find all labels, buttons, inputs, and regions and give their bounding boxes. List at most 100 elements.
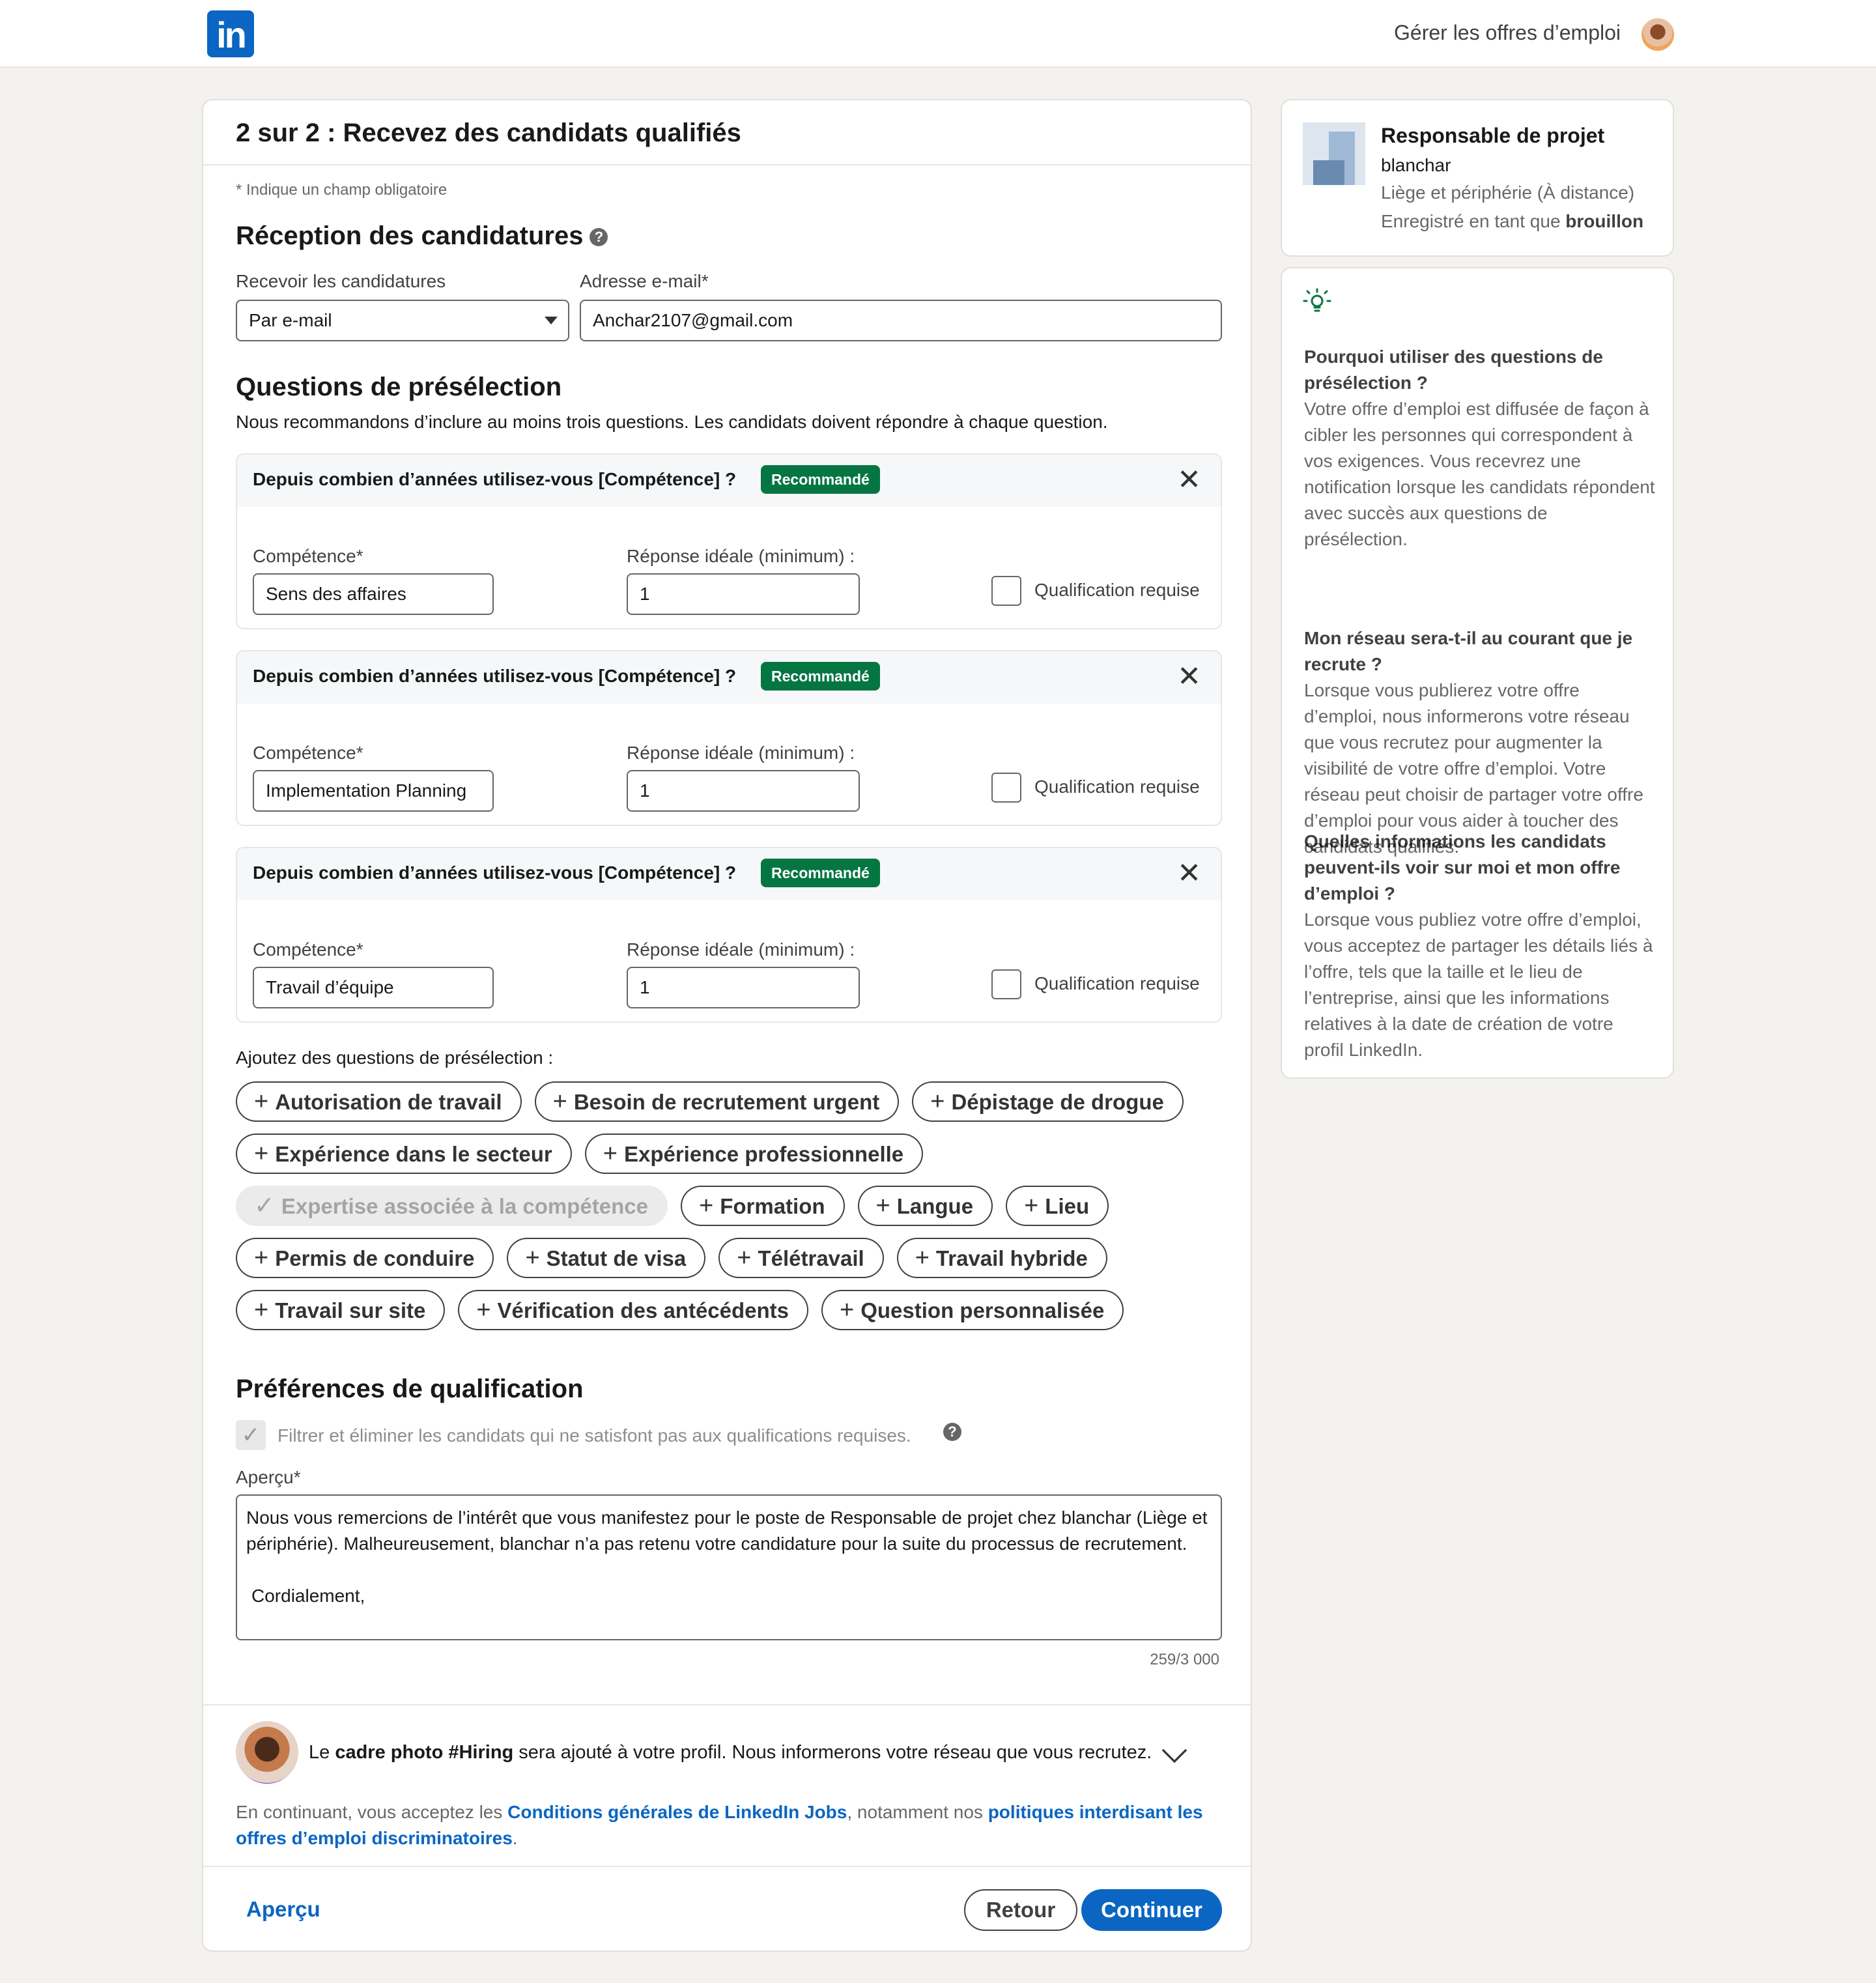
- add-custom-question-button[interactable]: + Question personnalisée: [821, 1290, 1124, 1330]
- add-remote-work-button[interactable]: + Télétravail: [718, 1238, 884, 1278]
- tip-item: Quelles informations les candidats peuve…: [1304, 829, 1656, 1063]
- rejection-message-textarea[interactable]: Nous vous remercions de l’intérêt que vo…: [236, 1494, 1222, 1640]
- pill-row: + Travail sur site + Vérification des anté…: [236, 1290, 1124, 1330]
- plus-icon: +: [254, 1140, 269, 1167]
- back-button[interactable]: Retour: [964, 1889, 1077, 1931]
- message-signoff: Cordialement,: [251, 1586, 365, 1606]
- plus-icon: +: [875, 1192, 890, 1220]
- add-urgent-hiring-button[interactable]: + Besoin de recrutement urgent: [534, 1081, 900, 1122]
- email-field[interactable]: Anchar2107@gmail.com: [580, 300, 1222, 341]
- help-icon[interactable]: ?: [943, 1423, 961, 1441]
- add-location-button[interactable]: + Lieu: [1006, 1186, 1109, 1226]
- plus-icon: +: [915, 1244, 930, 1272]
- job-location: Liège et périphérie (À distance): [1381, 182, 1635, 203]
- job-summary-card: Responsable de projet blanchar Liège et …: [1281, 99, 1674, 257]
- caret-down-icon: [545, 317, 558, 324]
- plus-icon: +: [552, 1088, 567, 1115]
- add-visa-status-button[interactable]: + Statut de visa: [507, 1238, 706, 1278]
- answer-input[interactable]: 1: [627, 770, 860, 812]
- add-drivers-license-button[interactable]: + Permis de conduire: [236, 1238, 494, 1278]
- question-card: Depuis combien d’années utilisez-vous [C…: [236, 453, 1222, 629]
- plus-icon: +: [254, 1244, 269, 1272]
- pill-row: + Autorisation de travail + Besoin de recr…: [236, 1081, 1184, 1122]
- job-status: Enregistré en tant que brouillon: [1381, 211, 1644, 231]
- required-label: Qualification requise: [1034, 777, 1200, 797]
- terms-text: En continuant, vous acceptez les Conditi…: [236, 1802, 1203, 1848]
- add-education-button[interactable]: + Formation: [681, 1186, 845, 1226]
- tip-answer: Lorsque vous publiez votre offre d’emplo…: [1304, 909, 1653, 1060]
- skill-input[interactable]: Sens des affaires: [253, 573, 494, 615]
- character-counter: 259/3 000: [1150, 1651, 1219, 1668]
- hiring-avatar: [236, 1721, 298, 1784]
- plus-icon: +: [254, 1088, 269, 1115]
- reception-heading: Réception des candidatures?: [236, 221, 608, 251]
- plus-icon: +: [476, 1296, 491, 1324]
- add-background-check-button[interactable]: + Vérification des antécédents: [458, 1290, 809, 1330]
- hiring-frame-bold: cadre photo #Hiring: [335, 1742, 514, 1763]
- add-work-experience-button[interactable]: + Expérience professionnelle: [584, 1134, 924, 1174]
- add-drug-test-button[interactable]: + Dépistage de drogue: [912, 1081, 1184, 1122]
- profile-avatar[interactable]: [1642, 18, 1674, 51]
- tip-question: Mon réseau sera-t-il au courant que je r…: [1304, 628, 1633, 674]
- tips-card: Pourquoi utiliser des questions de présé…: [1281, 267, 1674, 1079]
- answer-input[interactable]: 1: [627, 573, 860, 615]
- receive-select[interactable]: Par e-mail: [236, 300, 569, 341]
- filter-label: Filtrer et éliminer les candidats qui ne…: [277, 1425, 911, 1446]
- question-title: Depuis combien d’années utilisez-vous [C…: [253, 666, 737, 686]
- hiring-frame-text: Le cadre photo #Hiring sera ajouté à vot…: [309, 1742, 1152, 1763]
- plus-icon: +: [737, 1244, 752, 1272]
- linkedin-logo[interactable]: in: [207, 10, 254, 57]
- answer-label: Réponse idéale (minimum) :: [627, 939, 855, 960]
- check-icon: ✓: [254, 1192, 275, 1220]
- screening-heading: Questions de présélection: [236, 373, 562, 401]
- skill-input[interactable]: Travail d’équipe: [253, 967, 494, 1008]
- answer-label: Réponse idéale (minimum) :: [627, 546, 855, 566]
- question-header: Depuis combien d’années utilisez-vous [C…: [237, 651, 1221, 704]
- divider: [203, 1866, 1251, 1867]
- jobs-terms-link[interactable]: Conditions générales de LinkedIn Jobs: [507, 1802, 847, 1822]
- company-name: blanchar: [1381, 155, 1451, 175]
- answer-label: Réponse idéale (minimum) :: [627, 743, 855, 763]
- question-title: Depuis combien d’années utilisez-vous [C…: [253, 469, 737, 489]
- question-header: Depuis combien d’années utilisez-vous [C…: [237, 455, 1221, 507]
- top-bar: in Gérer les offres d’emploi: [0, 0, 1876, 68]
- chevron-down-icon[interactable]: [1161, 1737, 1187, 1763]
- page-title: 2 sur 2 : Recevez des candidats qualifié…: [236, 119, 741, 147]
- close-icon[interactable]: ✕: [1177, 464, 1201, 496]
- lightbulb-icon: [1303, 288, 1331, 312]
- recommended-badge: Recommandé: [761, 662, 880, 691]
- add-hybrid-work-button[interactable]: + Travail hybride: [896, 1238, 1107, 1278]
- required-checkbox[interactable]: [991, 773, 1021, 803]
- preview-button[interactable]: Aperçu: [246, 1897, 320, 1922]
- preview-label: Aperçu*: [236, 1467, 301, 1487]
- close-icon[interactable]: ✕: [1177, 661, 1201, 693]
- question-card: Depuis combien d’années utilisez-vous [C…: [236, 847, 1222, 1023]
- filter-checkbox: ✓: [236, 1420, 266, 1450]
- answer-input[interactable]: 1: [627, 967, 860, 1008]
- skill-label: Compétence*: [253, 939, 363, 960]
- preferences-heading: Préférences de qualification: [236, 1375, 584, 1403]
- required-checkbox[interactable]: [991, 969, 1021, 999]
- add-onsite-work-button[interactable]: + Travail sur site: [236, 1290, 446, 1330]
- add-work-authorization-button[interactable]: + Autorisation de travail: [236, 1081, 522, 1122]
- add-industry-experience-button[interactable]: + Expérience dans le secteur: [236, 1134, 572, 1174]
- help-icon[interactable]: ?: [590, 228, 608, 247]
- job-form-card: 2 sur 2 : Recevez des candidats qualifié…: [202, 99, 1252, 1952]
- reception-heading-text: Réception des candidatures: [236, 221, 584, 250]
- continue-button[interactable]: Continuer: [1081, 1889, 1222, 1931]
- plus-icon: +: [254, 1296, 269, 1324]
- filter-help: ?: [943, 1423, 961, 1441]
- question-title: Depuis combien d’années utilisez-vous [C…: [253, 863, 737, 883]
- add-questions-label: Ajoutez des questions de présélection :: [236, 1048, 554, 1068]
- receive-select-value: Par e-mail: [249, 310, 332, 330]
- plus-icon: +: [1024, 1192, 1039, 1220]
- pill-row: + Permis de conduire + Statut de visa + Tél…: [236, 1238, 1107, 1278]
- close-icon[interactable]: ✕: [1177, 857, 1201, 890]
- add-language-button[interactable]: + Langue: [857, 1186, 993, 1226]
- required-label: Qualification requise: [1034, 580, 1200, 600]
- company-logo: [1303, 122, 1365, 185]
- skill-input[interactable]: Implementation Planning: [253, 770, 494, 812]
- manage-jobs-link[interactable]: Gérer les offres d’emploi: [1394, 21, 1621, 45]
- tip-item: Mon réseau sera-t-il au courant que je r…: [1304, 625, 1656, 860]
- required-checkbox[interactable]: [991, 576, 1021, 606]
